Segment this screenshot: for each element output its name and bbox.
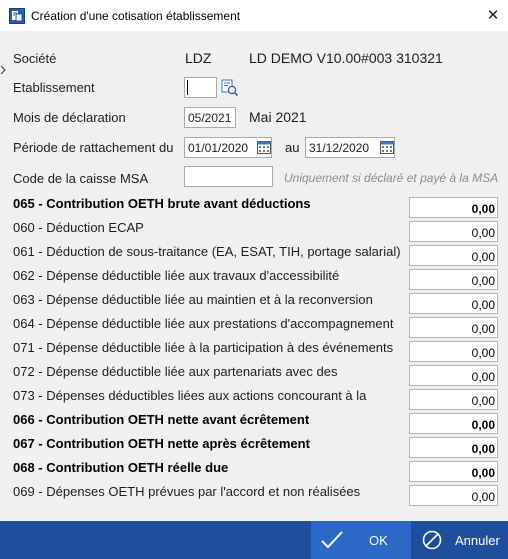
amount-field[interactable]: 0,00 (409, 461, 498, 482)
amount-field[interactable]: 0,00 (409, 389, 498, 410)
cancel-label: Annuler (455, 533, 500, 548)
cancel-button[interactable]: Annuler (411, 521, 508, 559)
periode-label: Période de rattachement du (13, 140, 174, 155)
line-label: 073 - Dépenses déductibles liées aux act… (13, 388, 367, 403)
amount-field[interactable]: 0,00 (409, 197, 498, 218)
check-icon (321, 531, 343, 549)
mois-input[interactable]: 05/2021 (184, 107, 236, 128)
footer-bar: OK Annuler (0, 521, 508, 559)
app-icon (9, 8, 25, 24)
periode-au-label: au (285, 140, 300, 155)
line-label: 068 - Contribution OETH réelle due (13, 460, 229, 475)
line-label: 072 - Dépense déductible liée aux parten… (13, 364, 338, 379)
line-label: 066 - Contribution OETH nette avant écrê… (13, 412, 310, 427)
caisse-msa-hint: Uniquement si déclaré et payé à la MSA (284, 171, 499, 185)
line-label: 060 - Déduction ECAP (13, 220, 144, 235)
title-bar: Création d'une cotisation établissement … (0, 0, 508, 31)
line-label: 064 - Dépense déductible liée aux presta… (13, 316, 394, 331)
line-label: 071 - Dépense déductible liée à la parti… (13, 340, 394, 355)
mois-label: Mois de déclaration (13, 110, 126, 125)
societe-label: Société (13, 51, 57, 66)
amount-field[interactable]: 0,00 (409, 365, 498, 386)
ok-label: OK (369, 533, 388, 548)
amount-field[interactable]: 0,00 (409, 293, 498, 314)
caisse-msa-input[interactable] (184, 166, 273, 187)
amount-field[interactable]: 0,00 (409, 269, 498, 290)
line-label: 061 - Déduction de sous-traitance (EA, E… (13, 244, 401, 259)
ok-button[interactable]: OK (311, 521, 411, 559)
line-label: 065 - Contribution OETH brute avant dédu… (13, 196, 311, 211)
caisse-msa-label: Code de la caisse MSA (13, 171, 149, 186)
window-title: Création d'une cotisation établissement (31, 9, 241, 23)
etablissement-label: Etablissement (13, 80, 95, 95)
close-icon[interactable]: ✕ (480, 3, 506, 29)
search-icon[interactable] (221, 79, 239, 97)
mois-text: Mai 2021 (249, 109, 307, 125)
amount-field[interactable]: 0,00 (409, 221, 498, 242)
cancel-icon (422, 530, 442, 550)
amount-field[interactable]: 0,00 (409, 341, 498, 362)
calendar-icon[interactable] (257, 140, 271, 154)
societe-name: LD DEMO V10.00#003 310321 (249, 50, 443, 66)
amount-field[interactable]: 0,00 (409, 317, 498, 338)
amount-field[interactable]: 0,00 (409, 413, 498, 434)
etablissement-input[interactable] (184, 77, 217, 98)
amount-field[interactable]: 0,00 (409, 485, 498, 506)
line-label: 063 - Dépense déductible liée au maintie… (13, 292, 373, 307)
line-label: 062 - Dépense déductible liée aux travau… (13, 268, 340, 283)
calendar-icon[interactable] (380, 140, 394, 154)
line-label: 067 - Contribution OETH nette après écrê… (13, 436, 310, 451)
societe-code: LDZ (185, 50, 212, 66)
line-label: 069 - Dépenses OETH prévues par l'accord… (13, 484, 361, 499)
row-marker-icon (0, 66, 6, 74)
amount-field[interactable]: 0,00 (409, 437, 498, 458)
amount-field[interactable]: 0,00 (409, 245, 498, 266)
text-cursor (187, 80, 188, 95)
